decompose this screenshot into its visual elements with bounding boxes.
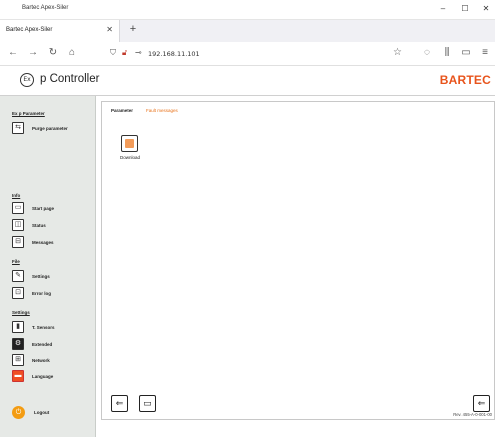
minimize-button[interactable]: – (436, 4, 450, 14)
download-label: Download (120, 155, 141, 160)
app-header: Ex p Controller BARTEC (0, 66, 495, 96)
content-tabs: Parameter Fault messages (102, 102, 494, 116)
sidebar-item-label: Extended (32, 342, 53, 347)
temperature-sensor-icon: ▮ (12, 321, 24, 333)
shield-icon: ⛉ (110, 48, 116, 57)
sidebar-item-network[interactable]: ⊞ Network (12, 354, 92, 368)
new-tab-button[interactable]: + (126, 23, 140, 35)
network-icon: ⊞ (12, 354, 24, 366)
sidebar-item-label: T. Sensors (32, 325, 55, 330)
sidebar-item-extended[interactable]: ⚙ Extended (12, 338, 92, 352)
right-action-button[interactable]: ⇐ (473, 395, 490, 412)
close-window-button[interactable]: ✕ (479, 4, 493, 14)
insecure-lock-icon[interactable]: 🔓︎ (122, 48, 127, 58)
power-icon: ⏻ (12, 406, 25, 419)
reload-icon[interactable]: ↻ (46, 47, 60, 59)
tab-fault-messages[interactable]: Fault messages (146, 108, 178, 113)
revision-text: Rev. 455-A-0-001-00 (453, 412, 492, 417)
back-page-button[interactable]: ⇐ (111, 395, 128, 412)
extended-icon: ⚙ (12, 338, 24, 350)
sidebar-item-label: Language (32, 374, 54, 379)
start-page-icon: ▭ (12, 202, 24, 214)
purge-parameter-icon: ⇆ (12, 122, 24, 134)
sidebar-item-messages[interactable]: ⊟ Messages (12, 236, 92, 250)
download-icon[interactable] (121, 135, 138, 152)
window-title: Bartec Apex-Siler (22, 5, 69, 11)
main-panel: Parameter Fault messages Download ⇐ ▭ ⇐ … (101, 101, 495, 420)
maximize-button[interactable]: ☐ (458, 4, 472, 14)
sidebar-item-label: Messages (32, 240, 54, 245)
home-page-button[interactable]: ▭ (139, 395, 156, 412)
address-bar[interactable]: ⛉ 🔓︎ ⊸ 192.168.11.101 ☆ (108, 45, 410, 63)
status-icon: ◫ (12, 219, 24, 231)
messages-icon: ⊟ (12, 236, 24, 248)
logout-button[interactable]: ⏻ Logout (12, 406, 92, 420)
sidebar-item-status[interactable]: ◫ Status (12, 219, 92, 233)
browser-tab[interactable]: Bartec Apex-Siler ✕ (0, 20, 120, 42)
logout-label: Logout (34, 410, 50, 415)
sidebar-item-label: Start page (32, 206, 55, 211)
browser-tab-label: Bartec Apex-Siler (6, 27, 53, 33)
key-icon[interactable]: ⊸ (135, 48, 142, 57)
pocket-icon[interactable]: ◌ (420, 47, 434, 59)
app-title: p Controller (40, 73, 100, 85)
browser-tabbar: Bartec Apex-Siler ✕ + (0, 20, 495, 42)
sidebar-item-purge-parameter[interactable]: ⇆ Purge parameter (12, 122, 92, 136)
sidebar-heading-file[interactable]: File (12, 259, 20, 264)
close-tab-icon[interactable]: ✕ (106, 25, 113, 34)
sidebar-heading-ex-p-parameter[interactable]: Ex p Parameter (12, 111, 45, 116)
ex-logo: Ex (20, 73, 34, 87)
sidebar: Ex p Parameter ⇆ Purge parameter Info ▭ … (0, 96, 96, 437)
sidebar-item-settings-file[interactable]: ✎ Settings (12, 270, 92, 284)
sidebar-item-language[interactable]: ▬ Language (12, 370, 92, 384)
sidebar-item-start-page[interactable]: ▭ Start page (12, 202, 92, 216)
bartec-logo: BARTEC (439, 73, 491, 87)
sidebar-item-label: Network (32, 358, 50, 363)
settings-icon: ✎ (12, 270, 24, 282)
library-icon[interactable]: ⫼ (440, 47, 454, 59)
sidebar-item-label: Purge parameter (32, 126, 68, 131)
sidebar-heading-info[interactable]: Info (12, 193, 20, 198)
forward-icon[interactable]: → (26, 47, 40, 59)
error-log-icon: ⊡ (12, 287, 24, 299)
download-tile[interactable]: Download (120, 135, 140, 163)
sidebar-item-label: Status (32, 223, 46, 228)
browser-navbar: ← → ↻ ⌂ ⛉ 🔓︎ ⊸ 192.168.11.101 ☆ ◌ ⫼ ▭ ≡ (0, 42, 495, 66)
sidebar-item-label: Error log (32, 291, 52, 296)
menu-icon[interactable]: ≡ (478, 47, 492, 59)
language-flag-icon: ▬ (12, 370, 24, 382)
sidebar-item-label: Settings (32, 274, 50, 279)
url-text[interactable]: 192.168.11.101 (148, 50, 200, 58)
home-icon[interactable]: ⌂ (65, 47, 79, 59)
tab-parameter[interactable]: Parameter (111, 108, 133, 113)
window-titlebar: Bartec Apex-Siler – ☐ ✕ (0, 0, 495, 20)
sidebar-item-temperature-sensors[interactable]: ▮ T. Sensors (12, 321, 92, 335)
sidebar-heading-settings[interactable]: Settings (12, 310, 30, 315)
bookmark-star-icon[interactable]: ☆ (393, 47, 402, 58)
back-icon[interactable]: ← (6, 47, 20, 59)
sidebar-toggle-icon[interactable]: ▭ (459, 47, 473, 59)
sidebar-item-error-log[interactable]: ⊡ Error log (12, 287, 92, 301)
